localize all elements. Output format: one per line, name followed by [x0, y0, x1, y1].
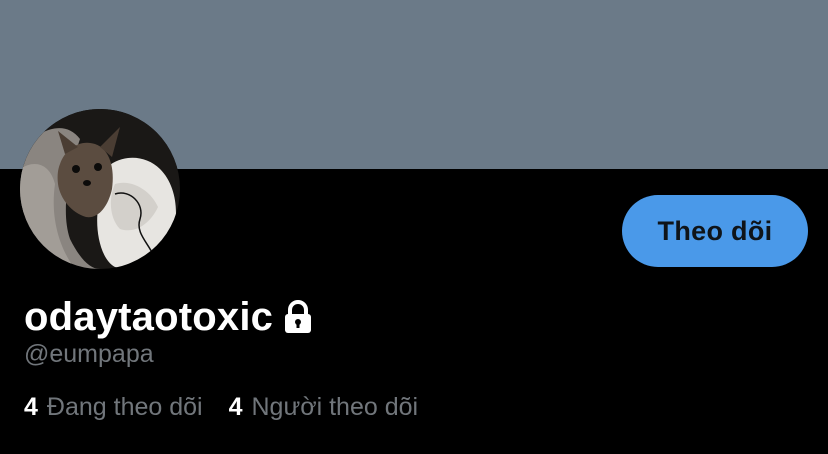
followers-label: Người theo dõi: [251, 393, 419, 421]
following-count: 4: [24, 393, 38, 421]
followers-stat[interactable]: 4 Người theo dõi: [229, 393, 418, 422]
follow-button[interactable]: Theo dõi: [622, 195, 808, 267]
display-name: odaytaotoxic: [24, 294, 274, 339]
display-name-row: odaytaotoxic: [24, 292, 315, 342]
following-stat[interactable]: 4 Đang theo dõi: [24, 393, 203, 422]
following-label: Đang theo dõi: [46, 393, 203, 421]
profile-page: Theo dõi odaytaotoxic @eumpapa 4 Đang th…: [0, 0, 828, 454]
avatar[interactable]: [20, 109, 180, 269]
lock-icon: [281, 299, 315, 335]
profile-handle: @eumpapa: [24, 340, 154, 368]
followers-count: 4: [228, 393, 243, 421]
avatar-photo: [20, 109, 180, 269]
profile-stats: 4 Đang theo dõi 4 Người theo dõi: [24, 393, 444, 422]
